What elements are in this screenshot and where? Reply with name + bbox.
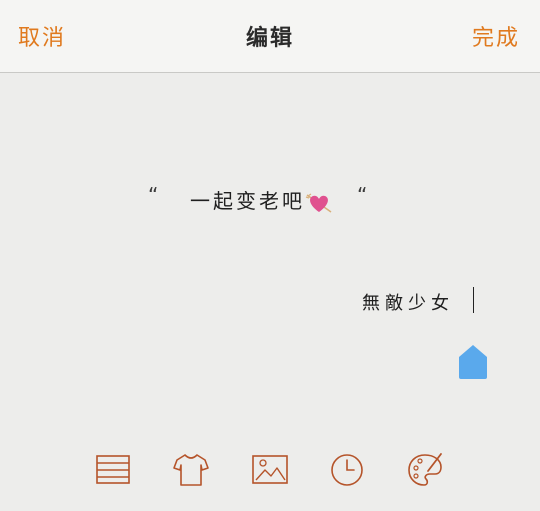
done-button[interactable]: 完成 xyxy=(472,20,520,52)
palette-icon[interactable] xyxy=(405,450,445,490)
signature-text[interactable]: 無敵少女 xyxy=(362,289,454,315)
heart-icon xyxy=(305,191,333,215)
open-quote: “ xyxy=(148,183,159,207)
lines-icon[interactable] xyxy=(93,450,133,490)
text-cursor xyxy=(473,287,474,313)
close-quote: “ xyxy=(357,183,368,207)
shirt-icon[interactable] xyxy=(171,450,211,490)
bottom-toolbar xyxy=(0,438,540,502)
main-text[interactable]: 一起变老吧 xyxy=(190,185,305,214)
top-bar: 取消 编辑 完成 xyxy=(0,0,540,73)
clock-icon[interactable] xyxy=(327,450,367,490)
image-icon[interactable] xyxy=(250,450,290,490)
page-title: 编辑 xyxy=(245,26,294,51)
drag-handle[interactable] xyxy=(458,344,488,380)
